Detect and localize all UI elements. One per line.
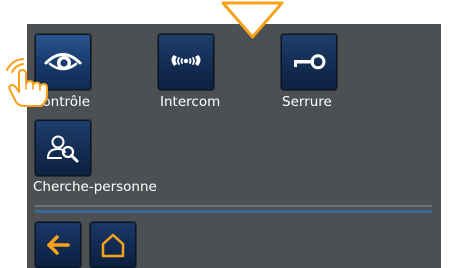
- home-button[interactable]: [90, 222, 136, 268]
- back-button[interactable]: [35, 222, 81, 268]
- scroll-down-arrow-icon[interactable]: [220, 0, 285, 40]
- tap-hand-icon: [6, 58, 48, 107]
- divider-line-accent: [35, 210, 432, 213]
- intercom-screen-stage: Contrôle Intercom Serrure Cherche-person…: [0, 0, 461, 268]
- app-label-intercom: Intercom: [160, 94, 221, 110]
- key-icon: [294, 54, 326, 70]
- app-tile-cherche-personne[interactable]: [35, 120, 91, 176]
- back-arrow-icon: [47, 235, 70, 255]
- app-tile-intercom[interactable]: [158, 34, 214, 90]
- app-label-cherche-personne: Cherche-personne: [33, 179, 157, 195]
- home-icon: [101, 233, 125, 258]
- app-tile-serrure[interactable]: [281, 34, 337, 90]
- intercom-icon: [171, 55, 201, 66]
- person-search-icon: [47, 135, 79, 163]
- divider-line: [35, 205, 432, 207]
- app-label-serrure: Serrure: [282, 94, 332, 110]
